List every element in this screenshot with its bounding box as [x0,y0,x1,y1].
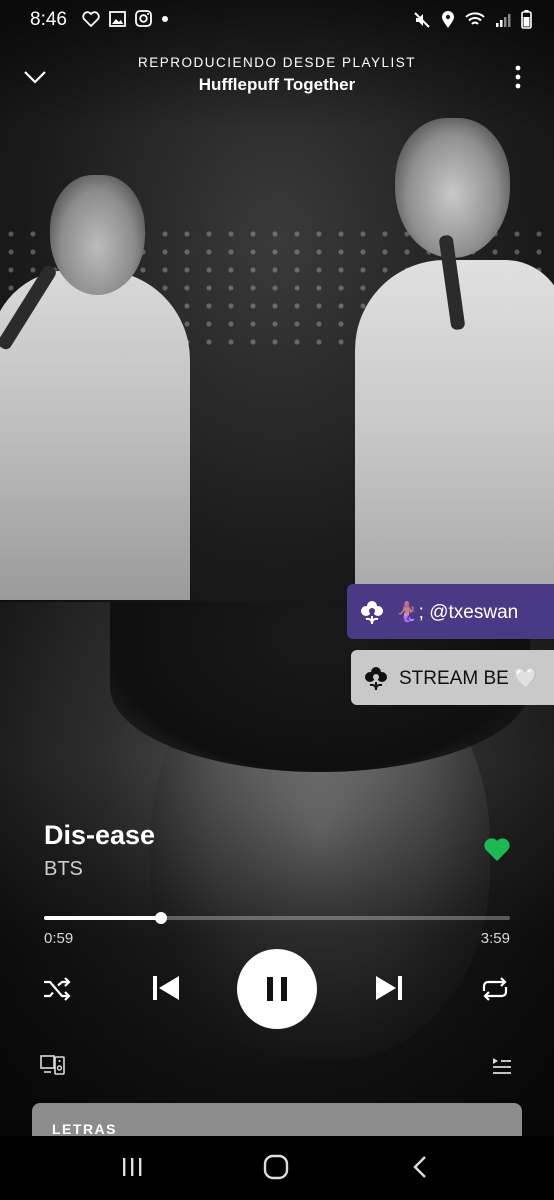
more-options-icon[interactable] [510,64,526,90]
total-time: 3:59 [480,930,510,947]
recent-apps-icon[interactable] [120,1156,144,1178]
mute-icon [414,11,430,28]
pause-icon [267,977,287,1001]
track-title[interactable]: Dis-ease [44,820,155,851]
liked-heart-icon[interactable] [483,836,511,862]
connect-devices-icon[interactable] [40,1054,66,1076]
notification-icons [82,10,169,27]
playing-from-label: REPRODUCIENDO DESDE PLAYLIST [137,55,417,70]
battery-icon [521,10,532,29]
location-icon [442,10,454,28]
elapsed-time: 0:59 [44,930,74,947]
flower-icon [365,666,387,690]
signal-icon [496,13,511,27]
credit-sticker-text: 🧜🏽‍♀️; @txeswan [395,601,519,623]
stream-sticker-text: STREAM BE 🤍 [399,667,538,689]
playlist-title[interactable]: Hufflepuff Together [0,75,554,95]
previous-button[interactable] [150,972,182,1004]
pause-button[interactable] [237,949,317,1029]
performer-left-head [50,175,145,295]
instagram-icon [135,10,152,27]
shuffle-button[interactable] [42,976,72,1002]
progress-handle[interactable] [154,912,167,924]
skip-next-icon [376,976,402,1000]
skip-previous-icon [153,976,179,1000]
progress-bar[interactable] [44,912,510,924]
credit-sticker: 🧜🏽‍♀️; @txeswan [347,584,554,639]
gallery-icon [109,10,126,27]
wifi-icon [465,11,485,25]
shuffle-icon [44,977,71,1001]
repeat-icon [482,977,508,1001]
heart-outline-icon [82,10,100,27]
flower-icon [361,600,383,624]
progress-fill [44,916,161,920]
next-button[interactable] [373,972,405,1004]
status-time: 8:46 [30,9,67,30]
performer-right-head [395,118,510,258]
status-bar: 8:46 [0,0,554,40]
system-icons [413,10,532,29]
queue-icon[interactable] [490,1056,512,1076]
home-icon[interactable] [263,1154,289,1180]
lyrics-label: LETRAS [52,1121,117,1137]
repeat-button[interactable] [479,976,511,1002]
dot-icon [162,15,168,22]
track-artist[interactable]: BTS [44,858,83,881]
performer-left [0,270,190,600]
back-icon[interactable] [410,1154,430,1180]
stream-sticker: STREAM BE 🤍 [351,650,554,705]
